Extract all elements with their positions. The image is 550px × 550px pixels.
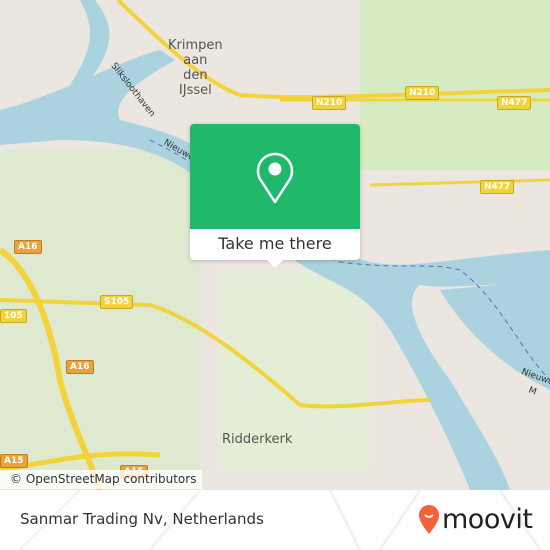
take-me-there-button[interactable]: Take me there	[190, 229, 360, 260]
road-shield-n210: N210	[312, 96, 347, 110]
map[interactable]: Krimpen aan den IJssel Ridderkerk Sliksl…	[0, 0, 550, 490]
place-label-line: den	[183, 68, 208, 83]
footer: Sanmar Trading Nv, Netherlands moovit	[0, 490, 550, 550]
road-shield-s105: S105	[100, 295, 134, 309]
map-attribution[interactable]: © OpenStreetMap contributors	[0, 470, 203, 489]
place-label-line: IJssel	[178, 83, 212, 98]
location-popup: Take me there	[190, 124, 360, 268]
moovit-pin-icon	[419, 505, 439, 534]
road-shield-n210: N210	[405, 86, 440, 100]
place-label-line: aan	[183, 53, 208, 68]
road-shield-a16: A16	[14, 240, 42, 254]
popup-pointer	[266, 259, 284, 268]
road-shield-a15: A15	[0, 454, 28, 468]
place-label-line: Krimpen	[168, 38, 223, 53]
place-label-krimpen: Krimpen aan den IJssel	[168, 38, 223, 98]
road-shield-n477: N477	[497, 96, 532, 110]
moovit-wordmark: moovit	[442, 504, 533, 535]
road-shield-a16: A16	[66, 360, 94, 374]
place-label-ridderkerk: Ridderkerk	[222, 432, 293, 447]
map-pin-icon	[256, 152, 294, 204]
moovit-logo[interactable]: moovit	[418, 504, 533, 535]
road-shield-n477: N477	[480, 180, 515, 194]
road-shield-105: 105	[0, 309, 27, 323]
place-name: Sanmar Trading Nv, Netherlands	[20, 510, 264, 528]
